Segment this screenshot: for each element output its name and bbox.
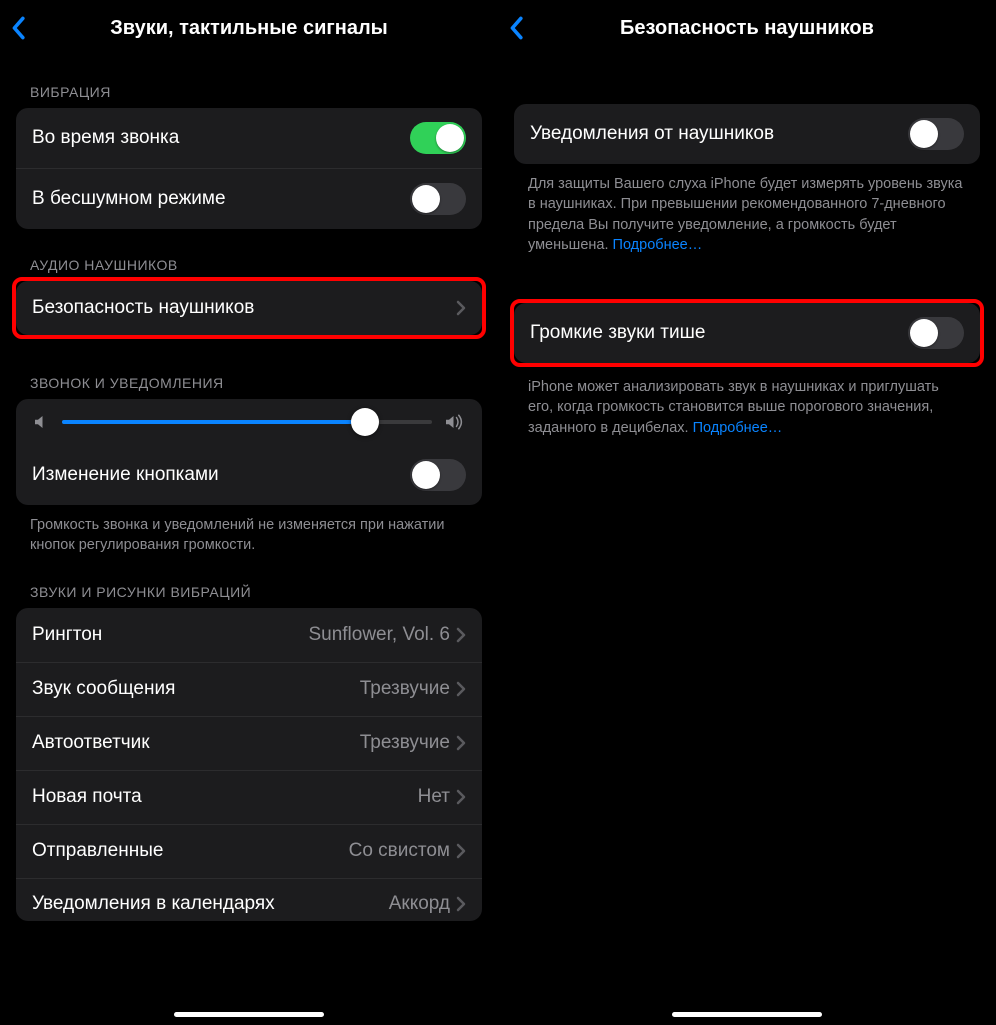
back-button[interactable] [10,16,26,40]
back-button[interactable] [508,16,524,40]
group-vibration: Во время звонка В бесшумном режиме [16,108,482,229]
toggle-reduce-loud[interactable] [908,317,964,349]
row-sent-mail[interactable]: Отправленные Со свистом [16,824,482,878]
footer-ringer: Громкость звонка и уведомлений не изменя… [0,505,498,556]
nav-header: Звуки, тактильные сигналы [0,0,498,56]
section-header-sounds-patterns: ЗВУКИ И РИСУНКИ ВИБРАЦИЙ [0,556,498,608]
row-label: Новая почта [32,786,142,808]
screen-headphone-safety: Безопасность наушников Уведомления от на… [498,0,996,1025]
toggle-knob [910,319,938,347]
row-label: Уведомления в календарях [32,893,275,915]
row-label: Безопасность наушников [32,297,254,319]
row-change-with-buttons[interactable]: Изменение кнопками [16,445,482,505]
toggle-vibrate-on-silent[interactable] [410,183,466,215]
row-vibrate-on-ring[interactable]: Во время звонка [16,108,482,168]
row-value: Трезвучие [360,678,450,700]
group-ringer: Изменение кнопками [16,399,482,505]
learn-more-link[interactable]: Подробнее… [693,420,783,436]
nav-header: Безопасность наушников [498,0,996,56]
highlight-headphone-safety: Безопасность наушников [12,277,486,339]
row-new-mail[interactable]: Новая почта Нет [16,770,482,824]
home-indicator[interactable] [174,1012,324,1017]
page-title: Безопасность наушников [620,17,874,40]
footer-reduce-loud: iPhone может анализировать звук в наушни… [498,363,996,438]
row-label: Громкие звуки тише [530,322,705,344]
row-value: Со свистом [349,840,450,862]
highlight-reduce-loud: Громкие звуки тише [510,299,984,367]
row-label: Автоответчик [32,732,150,754]
group-headphone-safety: Безопасность наушников [16,281,482,335]
row-value: Трезвучие [360,732,450,754]
page-title: Звуки, тактильные сигналы [110,17,387,40]
toggle-headphone-notifications[interactable] [908,118,964,150]
row-vibrate-on-silent[interactable]: В бесшумном режиме [16,168,482,229]
row-value: Нет [418,786,450,808]
section-header-ringer: ЗВОНОК И УВЕДОМЛЕНИЯ [0,335,498,399]
row-headphone-notifications[interactable]: Уведомления от наушников [514,104,980,164]
volume-high-icon [444,413,466,431]
row-text-tone[interactable]: Звук сообщения Трезвучие [16,662,482,716]
footer-headphone-notifications: Для защиты Вашего слуха iPhone будет изм… [498,164,996,255]
row-volume-slider[interactable] [16,399,482,445]
row-ringtone[interactable]: Рингтон Sunflower, Vol. 6 [16,608,482,662]
row-label: Изменение кнопками [32,464,219,486]
section-header-vibration: ВИБРАЦИЯ [0,56,498,108]
chevron-right-icon [456,300,466,316]
group-sounds-patterns: Рингтон Sunflower, Vol. 6 Звук сообщения… [16,608,482,921]
row-value: Sunflower, Vol. 6 [308,624,450,646]
toggle-change-with-buttons[interactable] [410,459,466,491]
home-indicator[interactable] [672,1012,822,1017]
row-voicemail[interactable]: Автоответчик Трезвучие [16,716,482,770]
slider-knob[interactable] [351,408,379,436]
row-label: Звук сообщения [32,678,175,700]
row-reduce-loud[interactable]: Громкие звуки тише [514,303,980,363]
row-label: В бесшумном режиме [32,188,226,210]
volume-low-icon [32,413,50,431]
toggle-knob [910,120,938,148]
chevron-right-icon [456,843,466,859]
learn-more-link[interactable]: Подробнее… [613,237,703,253]
row-label: Отправленные [32,840,163,862]
toggle-knob [412,185,440,213]
toggle-knob [436,124,464,152]
chevron-right-icon [456,789,466,805]
row-value: Аккорд [389,893,450,915]
toggle-knob [412,461,440,489]
group-headphone-notifications: Уведомления от наушников [514,104,980,164]
section-header-headphone-audio: АУДИО НАУШНИКОВ [0,229,498,281]
row-label: Во время звонка [32,127,179,149]
row-label: Уведомления от наушников [530,123,774,145]
row-label: Рингтон [32,624,102,646]
chevron-left-icon [508,16,524,40]
row-calendar-alerts[interactable]: Уведомления в календарях Аккорд [16,878,482,921]
toggle-vibrate-on-ring[interactable] [410,122,466,154]
chevron-left-icon [10,16,26,40]
chevron-right-icon [456,896,466,912]
screen-sounds-haptics: Звуки, тактильные сигналы ВИБРАЦИЯ Во вр… [0,0,498,1025]
chevron-right-icon [456,681,466,697]
group-reduce-loud: Громкие звуки тише [514,303,980,363]
row-headphone-safety[interactable]: Безопасность наушников [16,281,482,335]
chevron-right-icon [456,627,466,643]
volume-slider[interactable] [62,420,432,424]
chevron-right-icon [456,735,466,751]
footer-text-body: Для защиты Вашего слуха iPhone будет изм… [528,176,962,253]
slider-fill [62,420,365,424]
